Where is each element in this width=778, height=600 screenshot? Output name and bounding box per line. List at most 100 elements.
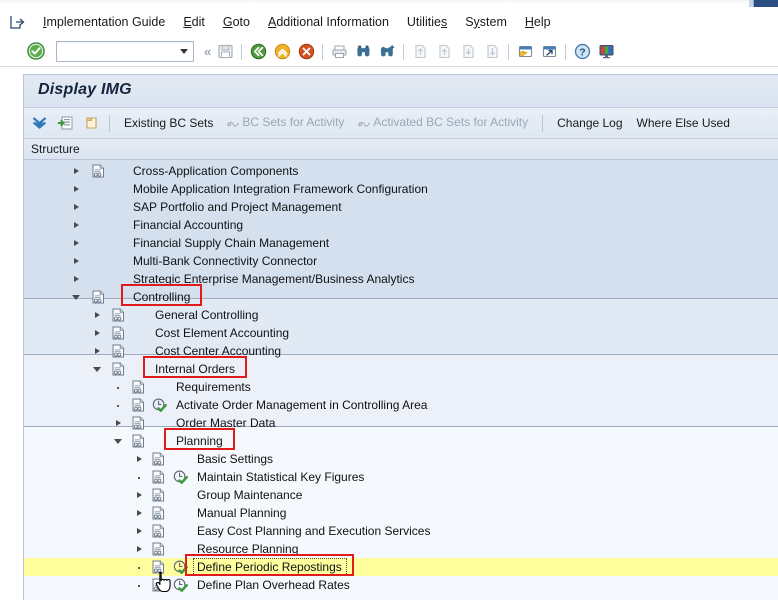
img-document-icon	[132, 380, 145, 394]
tree-row[interactable]: Group Maintenance	[24, 486, 778, 504]
expand-arrow-icon[interactable]	[135, 527, 144, 536]
find-next-binoculars-icon[interactable]	[376, 41, 398, 63]
tree-row[interactable]: Cost Element Accounting	[24, 324, 778, 342]
tree-row[interactable]: Easy Cost Planning and Execution Service…	[24, 522, 778, 540]
tree-row[interactable]: Planning	[24, 432, 778, 450]
tree-row[interactable]: Cost Center Accounting	[24, 342, 778, 360]
expand-arrow-icon[interactable]	[135, 455, 144, 464]
find-binoculars-icon[interactable]	[352, 41, 374, 63]
menu-system[interactable]: System	[456, 13, 516, 31]
expand-arrow-icon[interactable]	[72, 257, 81, 266]
tree-row[interactable]: Manual Planning	[24, 504, 778, 522]
toolbar-divider	[508, 43, 510, 60]
enter-green-check-icon[interactable]	[27, 41, 47, 62]
expand-arrow-icon[interactable]	[93, 329, 102, 338]
img-document-icon	[152, 452, 165, 466]
collapse-toolbar-icon[interactable]: «	[200, 44, 213, 59]
tree-row-selected[interactable]: Define Periodic Repostings	[24, 558, 778, 576]
launchpad-icon[interactable]	[0, 7, 34, 36]
img-document-icon	[112, 344, 125, 358]
expand-arrow-icon[interactable]	[135, 491, 144, 500]
expand-arrow-icon[interactable]	[72, 239, 81, 248]
first-page-icon[interactable]	[409, 41, 431, 63]
back-green-arrow-icon[interactable]	[247, 41, 269, 63]
save-icon[interactable]	[214, 41, 236, 63]
leaf-dot-icon	[135, 473, 144, 482]
expand-arrow-icon[interactable]	[72, 221, 81, 230]
last-page-icon[interactable]	[481, 41, 503, 63]
collapse-arrow-icon[interactable]	[93, 365, 102, 374]
change-log-button[interactable]: Change Log	[550, 113, 629, 133]
bc-sets-for-activity-button[interactable]: BC Sets for Activity	[220, 112, 351, 134]
next-page-icon[interactable]	[457, 41, 479, 63]
tree-row[interactable]: SAP Portfolio and Project Management	[24, 198, 778, 216]
tree-row[interactable]: Financial Accounting	[24, 216, 778, 234]
img-document-icon	[152, 578, 165, 592]
button-label: Change Log	[557, 116, 623, 130]
expand-arrow-icon[interactable]	[135, 509, 144, 518]
menu-additional-information[interactable]: Additional Information	[259, 13, 398, 31]
tree-row[interactable]: General Controlling	[24, 306, 778, 324]
note-icon[interactable]	[80, 112, 102, 134]
existing-bc-sets-button[interactable]: Existing BC Sets	[117, 113, 220, 133]
tree-row[interactable]: Resource Planning	[24, 540, 778, 558]
collapse-arrow-icon[interactable]	[72, 293, 81, 302]
expand-arrow-icon[interactable]	[72, 275, 81, 284]
tree-row[interactable]: Order Master Data	[24, 414, 778, 432]
collapse-all-icon[interactable]	[28, 112, 50, 134]
collapse-arrow-icon[interactable]	[114, 437, 123, 446]
img-activity-icon[interactable]	[173, 470, 188, 484]
tree-row[interactable]: Financial Supply Chain Management	[24, 234, 778, 252]
tree-row[interactable]: Internal Orders	[24, 360, 778, 378]
img-activity-icon[interactable]	[173, 578, 188, 592]
expand-arrow-icon[interactable]	[72, 203, 81, 212]
tree-row[interactable]: Activate Order Management in Controlling…	[24, 396, 778, 414]
create-shortcut-icon[interactable]	[538, 41, 560, 63]
where-else-used-button[interactable]: Where Else Used	[630, 113, 737, 133]
expand-arrow-icon[interactable]	[114, 419, 123, 428]
tree-row[interactable]: Maintain Statistical Key Figures	[24, 468, 778, 486]
leaf-dot-icon	[114, 401, 123, 410]
menu-implementation-guide[interactable]: Implementation Guide	[34, 13, 174, 31]
expand-arrow-icon[interactable]	[72, 185, 81, 194]
img-activity-icon[interactable]	[152, 398, 167, 412]
help-icon[interactable]: ?	[571, 41, 593, 63]
tree-row[interactable]: Requirements	[24, 378, 778, 396]
chevron-down-icon[interactable]	[180, 49, 188, 54]
previous-page-icon[interactable]	[433, 41, 455, 63]
img-document-icon	[152, 524, 165, 538]
leaf-dot-icon	[114, 383, 123, 392]
tree-row[interactable]: Strategic Enterprise Management/Business…	[24, 270, 778, 288]
tree-node-label: SAP Portfolio and Project Management	[133, 200, 342, 214]
tree-node-label: General Controlling	[155, 308, 259, 322]
print-icon[interactable]	[328, 41, 350, 63]
structure-header-label: Structure	[31, 142, 80, 156]
tree-row[interactable]: Multi-Bank Connectivity Connector	[24, 252, 778, 270]
tree-node-label: Financial Supply Chain Management	[133, 236, 330, 250]
cancel-red-x-icon[interactable]	[295, 41, 317, 63]
tree-row[interactable]: Define Plan Overhead Rates	[24, 576, 778, 594]
activated-bc-sets-for-activity-button[interactable]: Activated BC Sets for Activity	[351, 112, 535, 134]
tree-row[interactable]: Cross-Application Components	[24, 162, 778, 180]
menu-help[interactable]: Help	[516, 13, 560, 31]
tree-row[interactable]: Mobile Application Integration Framework…	[24, 180, 778, 198]
command-field[interactable]	[56, 41, 194, 62]
expand-arrow-icon[interactable]	[135, 545, 144, 554]
menu-edit[interactable]: Edit	[174, 13, 214, 31]
img-structure-tree[interactable]: Cross-Application Components Mobile Appli…	[24, 160, 778, 600]
apptoolbar-divider	[542, 114, 544, 132]
tree-row[interactable]: Controlling	[24, 288, 778, 306]
create-session-icon[interactable]	[514, 41, 536, 63]
sap-gui-window: Implementation Guide Edit Goto Additiona…	[0, 0, 778, 600]
expand-node-icon[interactable]	[54, 112, 76, 134]
tree-node-label: Define Plan Overhead Rates	[197, 578, 350, 592]
img-activity-icon[interactable]	[173, 560, 188, 574]
tree-row[interactable]: Basic Settings	[24, 450, 778, 468]
menu-utilities[interactable]: Utilities	[398, 13, 456, 31]
exit-yellow-arrow-icon[interactable]	[271, 41, 293, 63]
expand-arrow-icon[interactable]	[72, 167, 81, 176]
expand-arrow-icon[interactable]	[93, 347, 102, 356]
menu-goto[interactable]: Goto	[214, 13, 259, 31]
customize-layout-icon[interactable]	[595, 41, 617, 63]
expand-arrow-icon[interactable]	[93, 311, 102, 320]
